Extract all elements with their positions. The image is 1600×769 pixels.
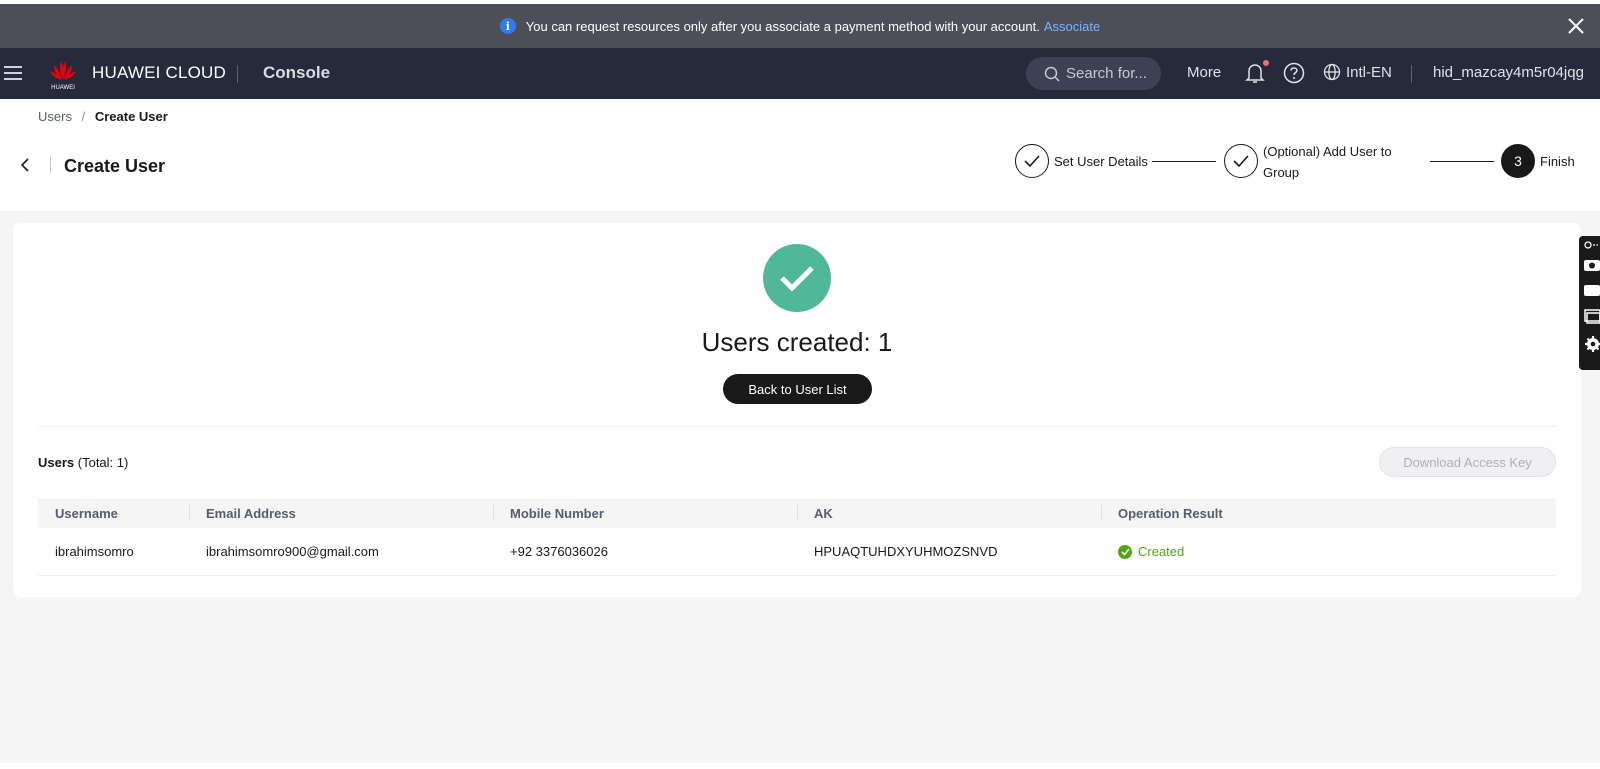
users-heading: Users — [38, 455, 75, 470]
users-count: (Total: 1) — [77, 455, 129, 470]
success-check-icon — [763, 244, 831, 312]
bottom-edge — [0, 763, 1600, 769]
step-2-label: (Optional) Add User to Group — [1263, 144, 1392, 180]
card-divider — [38, 426, 1556, 427]
search-placeholder: Search for... — [1066, 65, 1147, 82]
close-icon[interactable] — [1564, 14, 1588, 38]
step-2-check-icon — [1224, 144, 1258, 178]
cell-username: ibrahimsomro — [55, 544, 134, 559]
info-icon: i — [499, 18, 516, 34]
result-card: Users created: 1 Back to User List Users… — [13, 223, 1581, 597]
huawei-logo[interactable]: HUAWEI — [47, 57, 79, 91]
search-box[interactable]: Search for... — [1026, 57, 1161, 90]
step-1-check-icon — [1015, 144, 1049, 178]
camera-icon[interactable] — [1583, 256, 1600, 272]
console-link[interactable]: Console — [263, 63, 330, 83]
step-3-label: Finish — [1540, 154, 1575, 169]
brand-name[interactable]: HUAWEI CLOUD — [92, 63, 226, 83]
cell-email: ibrahimsomro900@gmail.com — [206, 544, 379, 559]
back-arrow-icon[interactable] — [18, 157, 32, 173]
top-navbar: HUAWEI HUAWEI CLOUD Console Search for..… — [0, 48, 1600, 99]
status-badge: Created — [1118, 544, 1184, 559]
notification-dot — [1263, 60, 1269, 66]
notice-message: You can request resources only after you… — [525, 18, 1040, 34]
window-icon[interactable] — [1583, 308, 1600, 324]
column-header-mobile: Mobile Number — [493, 504, 797, 521]
step-connector — [1152, 161, 1216, 162]
back-to-user-list-button[interactable]: Back to User List — [723, 374, 872, 404]
column-header-username: Username — [55, 505, 118, 521]
page-header: Users / Create User Create User Set User… — [0, 99, 1600, 211]
floating-toolbar — [1579, 236, 1600, 370]
search-icon — [1044, 66, 1060, 82]
account-name[interactable]: hid_mazcay4m5r04jqg — [1433, 64, 1584, 81]
table-row: ibrahimsomro ibrahimsomro900@gmail.com +… — [38, 528, 1556, 576]
success-status-icon — [1118, 544, 1132, 559]
users-table: Username Email Address Mobile Number AK … — [38, 498, 1556, 576]
language-selector[interactable]: Intl-EN — [1323, 63, 1392, 81]
settings-gear-icon[interactable] — [1583, 336, 1600, 352]
globe-icon — [1323, 63, 1341, 81]
more-menu[interactable]: More — [1187, 64, 1221, 81]
column-header-operation-result: Operation Result — [1101, 504, 1556, 521]
page-title: Create User — [64, 156, 166, 176]
step-3-number-text: 3 — [1514, 153, 1522, 169]
help-icon[interactable] — [1283, 62, 1305, 84]
column-header-email: Email Address — [189, 504, 493, 521]
pin-icon[interactable] — [1583, 238, 1600, 254]
payment-notice-banner: i You can request resources only after y… — [0, 4, 1600, 48]
title-divider — [50, 157, 51, 173]
table-header: Username Email Address Mobile Number AK … — [38, 498, 1556, 528]
video-icon[interactable] — [1583, 282, 1600, 298]
step-3-number: 3 — [1501, 144, 1535, 178]
users-total-heading: Users (Total: 1) — [38, 455, 128, 470]
navbar-divider — [237, 65, 238, 83]
cell-ak: HPUAQTUHDXYUHMOZSNVD — [814, 544, 998, 559]
logo-wordmark: HUAWEI — [51, 85, 75, 91]
breadcrumb-current: Create User — [94, 109, 168, 124]
step-connector — [1430, 161, 1494, 162]
cell-mobile: +92 3376036026 — [510, 544, 608, 559]
bell-icon[interactable] — [1245, 62, 1265, 84]
associate-link[interactable]: Associate — [1044, 19, 1100, 34]
cell-operation-result: Created — [1101, 544, 1556, 559]
menu-icon[interactable] — [4, 64, 22, 82]
breadcrumb: Users / Create User — [38, 109, 168, 124]
success-message: Users created: 1 — [701, 327, 893, 357]
column-header-ak: AK — [797, 504, 1101, 521]
step-1-label: Set User Details — [1054, 154, 1148, 169]
breadcrumb-separator: / — [81, 109, 86, 124]
navbar-divider — [1411, 65, 1412, 83]
status-text: Created — [1138, 544, 1185, 560]
language-label: Intl-EN — [1346, 63, 1392, 81]
breadcrumb-users[interactable]: Users — [38, 109, 72, 124]
download-access-key-button[interactable]: Download Access Key — [1379, 447, 1556, 477]
